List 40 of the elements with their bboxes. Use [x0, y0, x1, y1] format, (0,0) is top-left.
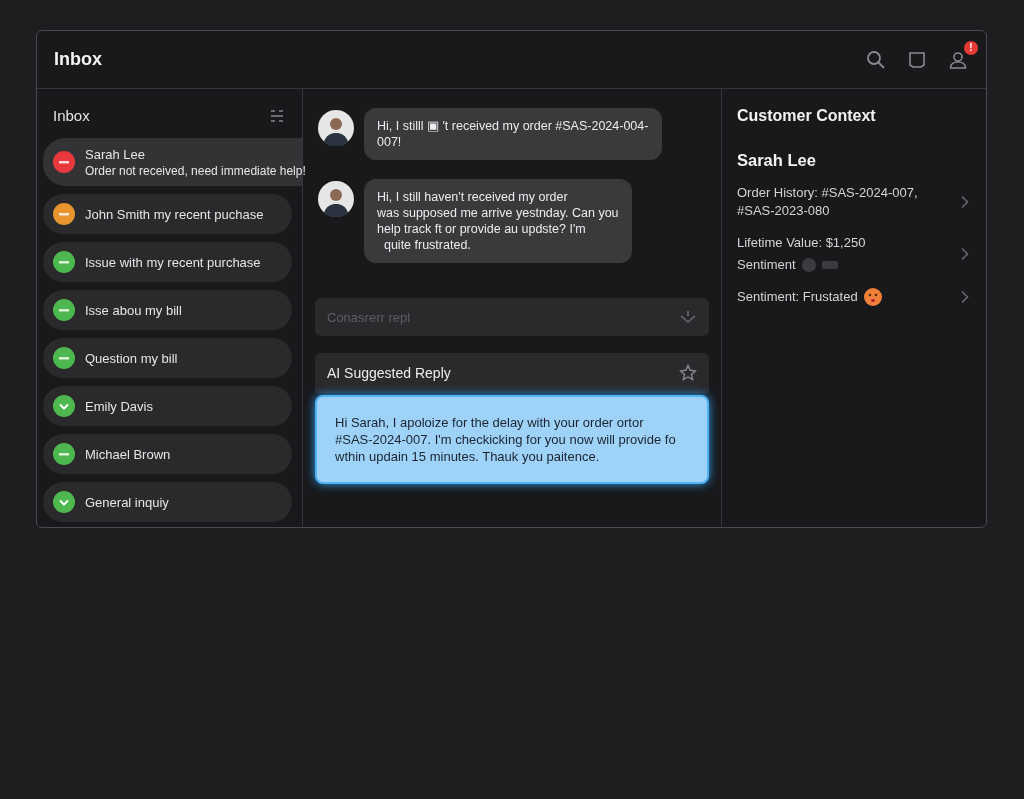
ai-reply-text[interactable]: Hi Sarah, I apoloize for the delay with your order ortor #SAS-2024-007. I'm checkicking for you now will provide fo wthin updain 15 minutes. Thauk you paitence. [315, 395, 709, 484]
conversation-item[interactable]: Question my bill [43, 338, 292, 378]
avatar-icon [318, 110, 354, 146]
star-icon[interactable] [679, 364, 697, 382]
chevron-right-icon[interactable] [960, 290, 970, 304]
chevron-right-icon[interactable] [960, 247, 970, 261]
context-text: Order History: #SAS-2024-007, #SAS-2023-080 [737, 184, 918, 220]
conversation-item[interactable]: Issue with my recent purchase [43, 242, 292, 282]
message-bubble: Hi, I stilll ▣ 't received my order #SAS-2024-004-007! [364, 108, 662, 160]
conversation-name: Question my bill [85, 350, 178, 366]
context-text: Lifetime Value: $1,250 [737, 234, 866, 252]
conversation-item[interactable]: Emily Davis [43, 386, 292, 426]
window-title: Inbox [54, 49, 102, 70]
conversation-item[interactable]: General inquiy [43, 482, 292, 522]
download-icon[interactable] [679, 310, 697, 324]
tablet-icon[interactable] [907, 49, 927, 70]
message-bubble: Hi, I still haven't received my order was supposed me arrive yestnday. Can you help track ft or provide au updste? I'm quite frustrated. [364, 179, 632, 263]
conversation-name: Issue with my recent purchase [85, 254, 261, 270]
context-label: Sentiment [737, 256, 796, 274]
conversation-item[interactable]: Michael Brown [43, 434, 292, 474]
panel-title: Customer Context [737, 107, 877, 125]
sidebar-title: Inbox [53, 107, 90, 124]
conversation-item[interactable]: John Smith my recent puchase [43, 194, 292, 234]
conversation-name: Emily Davis [85, 398, 153, 414]
conversation-name: General inquiy [85, 494, 169, 510]
filter-icon[interactable] [270, 108, 284, 123]
avatar-icon [318, 181, 354, 217]
chevron-right-icon[interactable] [960, 195, 970, 209]
customer-name: Sarah Lee [737, 151, 817, 170]
user-icon[interactable] [948, 49, 968, 70]
notification-badge: ! [964, 40, 978, 55]
conversation-name: Sarah Lee [85, 146, 146, 162]
conversation-name: John Smith my recent puchase [85, 206, 264, 222]
emoji-icon [863, 288, 882, 306]
conversation-name: Isse abou my bill [85, 302, 182, 318]
ai-reply-title: AI Suggested Reply [327, 365, 451, 381]
context-text: Sentiment: Frustated [737, 288, 858, 306]
conversation-name: Michael Brown [85, 446, 171, 462]
conversation-item[interactable]: Isse abou my bill [43, 290, 292, 330]
search-icon[interactable] [866, 49, 886, 70]
